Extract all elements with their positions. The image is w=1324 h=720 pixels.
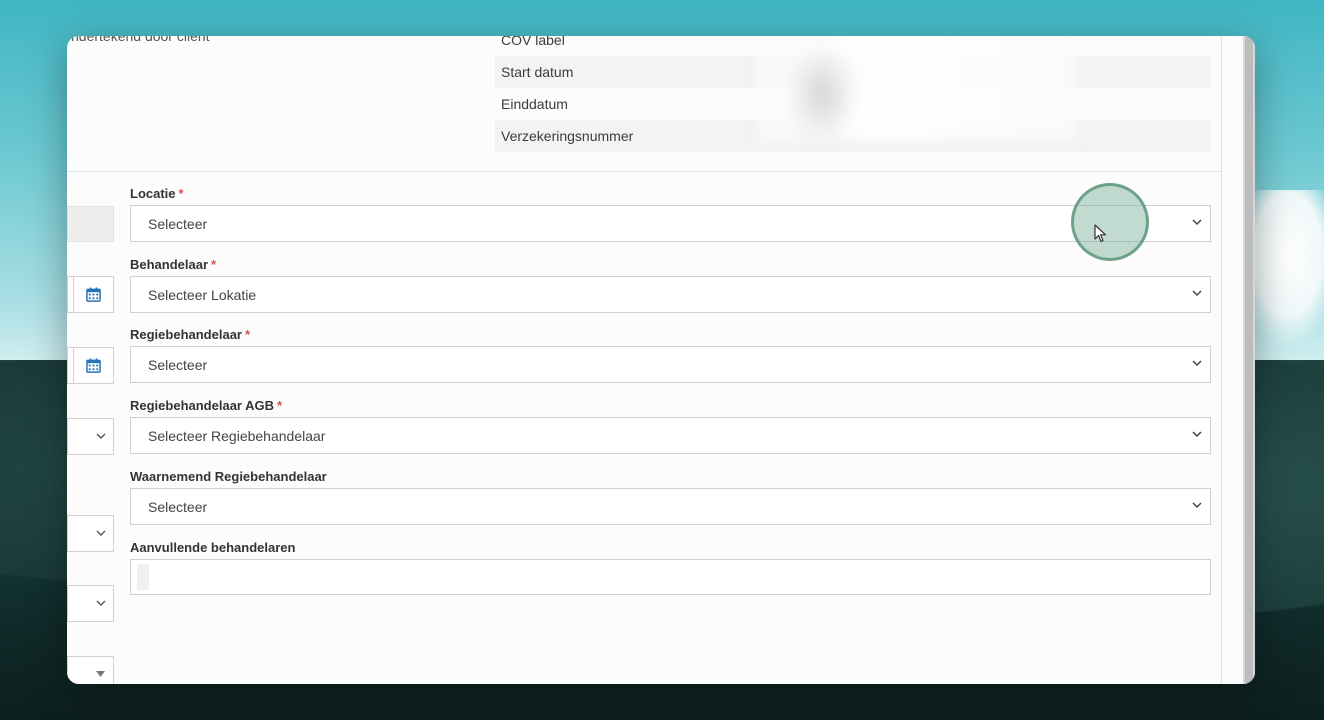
field-waarnemend-regiebehandelaar: Waarnemend Regiebehandelaar Selecteer xyxy=(130,469,1211,525)
select-value: Selecteer Lokatie xyxy=(148,286,257,303)
regiebehandelaar-select[interactable]: Selecteer xyxy=(130,346,1211,383)
chevron-down-icon xyxy=(1192,219,1202,226)
calendar-icon xyxy=(86,287,101,302)
field-label: Regiebehandelaar * xyxy=(130,327,251,342)
aanvullende-behandelaren-input[interactable] xyxy=(130,559,1211,595)
field-label: Behandelaar * xyxy=(130,257,217,272)
tags-input-cursor xyxy=(137,564,149,590)
select-value: Selecteer xyxy=(148,356,208,373)
calendar-button[interactable] xyxy=(73,348,113,383)
select-value: Selecteer xyxy=(148,498,208,515)
left-select-4[interactable] xyxy=(67,656,114,684)
section-divider xyxy=(67,171,1221,172)
select-value: Selecteer Regiebehandelaar xyxy=(148,427,326,444)
modal-window: ndertekend door client COV label Start d… xyxy=(67,36,1255,684)
field-label: Waarnemend Regiebehandelaar xyxy=(130,469,327,484)
field-regiebehandelaar: Regiebehandelaar * Selecteer xyxy=(130,327,1211,383)
chevron-down-icon xyxy=(96,530,106,536)
mouse-pointer-icon xyxy=(1094,224,1107,243)
calendar-button[interactable] xyxy=(73,277,113,312)
redacted-blob xyxy=(787,44,857,144)
field-locatie: Locatie * Selecteer xyxy=(130,186,1211,242)
click-indicator xyxy=(1071,183,1149,261)
calendar-icon xyxy=(86,358,101,373)
left-select-3[interactable] xyxy=(67,585,114,622)
chevron-down-icon xyxy=(96,433,106,439)
chevron-down-icon xyxy=(1192,502,1202,509)
field-label: Aanvullende behandelaren xyxy=(130,540,296,555)
left-date-field-1[interactable] xyxy=(67,276,114,313)
left-date-field-2[interactable] xyxy=(67,347,114,384)
field-regiebehandelaar-agb: Regiebehandelaar AGB * Selecteer Regiebeh… xyxy=(130,398,1211,454)
left-select-1[interactable] xyxy=(67,418,114,455)
select-value: Selecteer xyxy=(148,215,208,232)
signed-by-client-label: ndertekend door client xyxy=(71,36,210,44)
chevron-down-icon xyxy=(96,600,106,606)
left-readonly-field xyxy=(67,206,114,242)
behandelaar-select[interactable]: Selecteer Lokatie xyxy=(130,276,1211,313)
left-select-2[interactable] xyxy=(67,515,114,552)
chevron-down-icon xyxy=(1192,360,1202,367)
waarnemend-regiebehandelaar-select[interactable]: Selecteer xyxy=(130,488,1211,525)
field-aanvullende-behandelaren: Aanvullende behandelaren xyxy=(130,540,1211,595)
content-right-edge xyxy=(1221,36,1222,684)
regiebehandelaar-agb-select[interactable]: Selecteer Regiebehandelaar xyxy=(130,417,1211,454)
chevron-down-icon xyxy=(1192,290,1202,297)
field-behandelaar: Behandelaar * Selecteer Lokatie xyxy=(130,257,1211,313)
field-label: Regiebehandelaar AGB * xyxy=(130,398,283,413)
field-label: Locatie * xyxy=(130,186,184,201)
scrollbar-thumb[interactable] xyxy=(1245,36,1253,684)
locatie-select[interactable]: Selecteer xyxy=(130,205,1211,242)
caret-down-icon xyxy=(96,671,105,677)
chevron-down-icon xyxy=(1192,431,1202,438)
